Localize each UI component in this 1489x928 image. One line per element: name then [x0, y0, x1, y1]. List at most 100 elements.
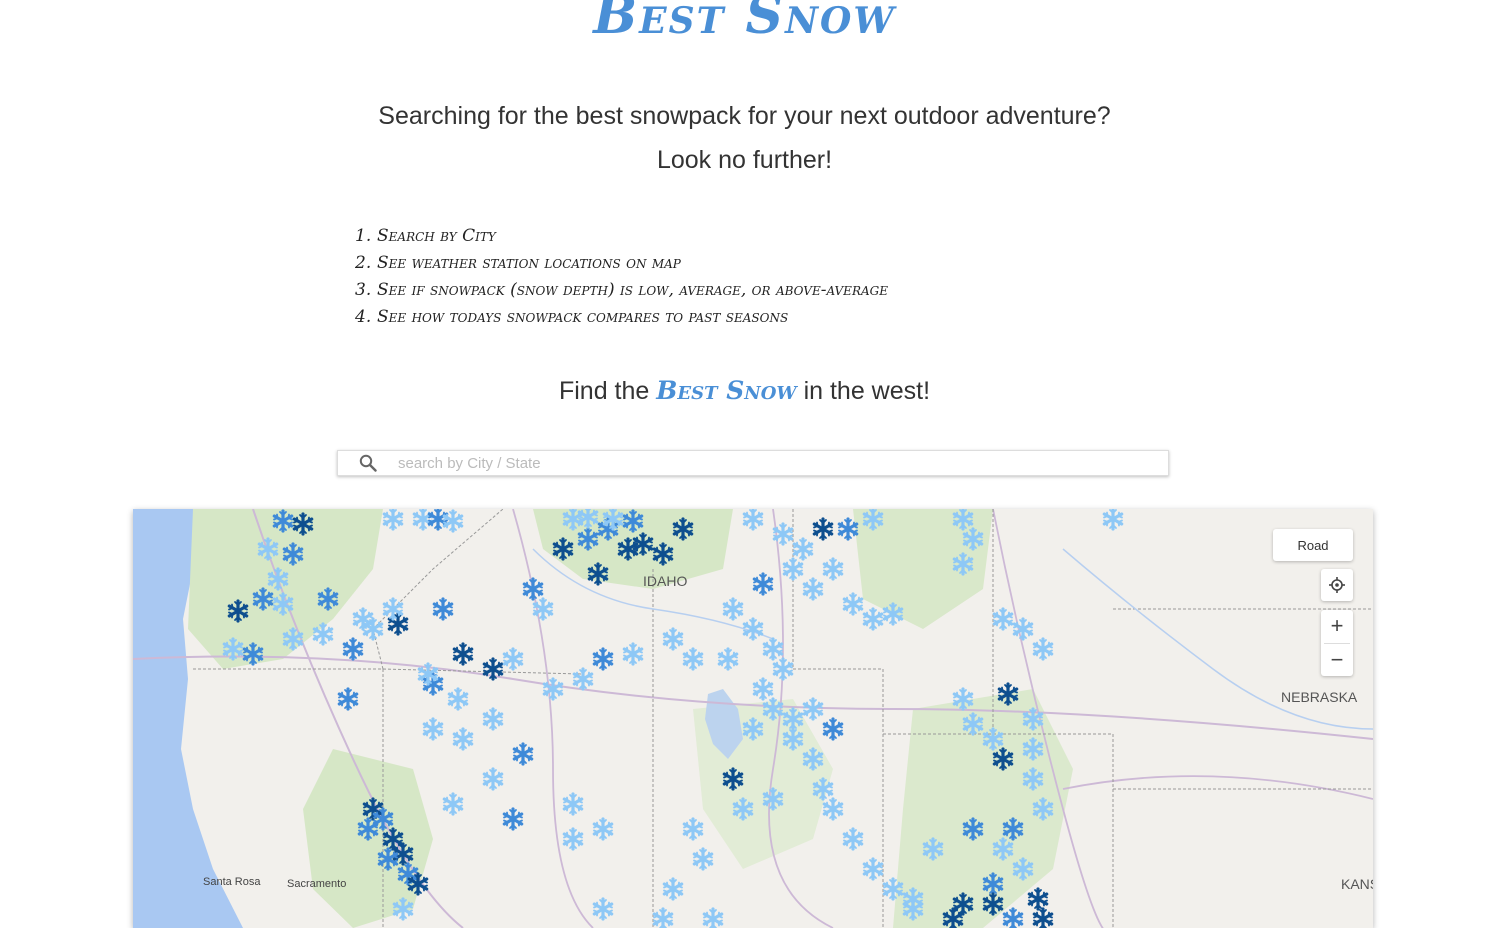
snow-station-marker[interactable] [992, 747, 1014, 771]
snow-station-marker[interactable] [552, 537, 574, 561]
snow-station-marker[interactable] [1022, 707, 1044, 731]
snow-station-marker[interactable] [682, 647, 704, 671]
snow-station-marker[interactable] [622, 642, 644, 666]
snow-station-marker[interactable] [282, 542, 304, 566]
search-input[interactable] [398, 454, 1168, 472]
snow-station-marker[interactable] [762, 637, 784, 661]
snow-station-marker[interactable] [942, 907, 964, 928]
snow-station-marker[interactable] [257, 537, 279, 561]
locate-icon[interactable] [1321, 569, 1353, 601]
snow-station-marker[interactable] [962, 817, 984, 841]
snow-station-marker[interactable] [422, 717, 444, 741]
snow-station-marker[interactable] [317, 587, 339, 611]
snow-station-marker[interactable] [752, 572, 774, 596]
snow-station-marker[interactable] [837, 517, 859, 541]
snow-station-marker[interactable] [587, 562, 609, 586]
snow-station-marker[interactable] [822, 717, 844, 741]
snow-station-marker[interactable] [272, 509, 294, 533]
snow-station-marker[interactable] [502, 807, 524, 831]
map-style-button[interactable]: Road [1273, 529, 1353, 561]
snow-station-marker[interactable] [1012, 617, 1034, 641]
snow-station-marker[interactable] [762, 787, 784, 811]
snow-station-marker[interactable] [882, 877, 904, 901]
snow-station-marker[interactable] [242, 642, 264, 666]
snow-station-marker[interactable] [952, 687, 974, 711]
snow-station-marker[interactable] [952, 509, 974, 531]
snow-station-marker[interactable] [1027, 887, 1049, 911]
snow-station-marker[interactable] [407, 872, 429, 896]
snow-station-marker[interactable] [1022, 767, 1044, 791]
snow-station-marker[interactable] [997, 682, 1019, 706]
snow-station-marker[interactable] [722, 597, 744, 621]
snow-station-marker[interactable] [782, 707, 804, 731]
snow-station-marker[interactable] [862, 607, 884, 631]
snow-station-marker[interactable] [1002, 907, 1024, 928]
zoom-in-button[interactable]: + [1321, 610, 1353, 643]
snow-station-marker[interactable] [452, 642, 474, 666]
snow-station-marker[interactable] [802, 697, 824, 721]
snow-station-marker[interactable] [357, 817, 379, 841]
snow-station-marker[interactable] [752, 677, 774, 701]
snow-station-marker[interactable] [482, 657, 504, 681]
snow-station-marker[interactable] [662, 877, 684, 901]
snow-station-marker[interactable] [482, 767, 504, 791]
snow-station-marker[interactable] [442, 792, 464, 816]
snow-station-marker[interactable] [592, 647, 614, 671]
snow-station-marker[interactable] [992, 837, 1014, 861]
snow-station-marker[interactable] [742, 617, 764, 641]
snow-station-marker[interactable] [282, 627, 304, 651]
snow-station-marker[interactable] [882, 602, 904, 626]
snow-station-marker[interactable] [982, 892, 1004, 916]
snow-station-marker[interactable] [267, 567, 289, 591]
snow-station-marker[interactable] [392, 897, 414, 921]
snow-station-marker[interactable] [352, 607, 374, 631]
snow-station-marker[interactable] [862, 857, 884, 881]
snow-station-marker[interactable] [672, 517, 694, 541]
snow-station-marker[interactable] [1022, 737, 1044, 761]
snow-station-marker[interactable] [982, 872, 1004, 896]
snow-station-marker[interactable] [742, 509, 764, 531]
snow-station-marker[interactable] [592, 897, 614, 921]
snow-station-marker[interactable] [312, 622, 334, 646]
snow-station-marker[interactable] [622, 509, 644, 533]
snow-station-marker[interactable] [227, 599, 249, 623]
snow-station-marker[interactable] [1032, 797, 1054, 821]
snow-station-marker[interactable] [822, 797, 844, 821]
snow-station-marker[interactable] [652, 542, 674, 566]
snow-station-marker[interactable] [372, 807, 394, 831]
snow-station-marker[interactable] [782, 557, 804, 581]
snow-station-marker[interactable] [732, 797, 754, 821]
snow-station-marker[interactable] [772, 657, 794, 681]
snow-station-marker[interactable] [292, 512, 314, 536]
snow-station-marker[interactable] [447, 687, 469, 711]
snow-station-marker[interactable] [842, 827, 864, 851]
snow-station-marker[interactable] [662, 627, 684, 651]
snow-station-marker[interactable] [542, 677, 564, 701]
snow-station-marker[interactable] [412, 509, 434, 531]
snow-station-marker[interactable] [692, 847, 714, 871]
snow-station-marker[interactable] [577, 527, 599, 551]
snow-station-marker[interactable] [1032, 637, 1054, 661]
snow-station-marker[interactable] [1032, 907, 1054, 928]
snow-station-marker[interactable] [222, 637, 244, 661]
snow-station-marker[interactable] [382, 509, 404, 531]
snow-station-marker[interactable] [252, 587, 274, 611]
snow-station-marker[interactable] [952, 892, 974, 916]
snow-station-marker[interactable] [902, 887, 924, 911]
snow-station-marker[interactable] [962, 712, 984, 736]
snow-station-marker[interactable] [742, 717, 764, 741]
snow-map[interactable]: IDAHO NEBRASKA KANS Santa Rosa Sacrament… [133, 509, 1373, 928]
snow-station-marker[interactable] [652, 907, 674, 928]
snow-station-marker[interactable] [342, 637, 364, 661]
snow-station-marker[interactable] [702, 907, 724, 928]
snow-station-marker[interactable] [842, 592, 864, 616]
snow-station-marker[interactable] [502, 647, 524, 671]
snow-station-marker[interactable] [772, 522, 794, 546]
snow-station-marker[interactable] [562, 827, 584, 851]
snow-station-marker[interactable] [382, 597, 404, 621]
snow-station-marker[interactable] [1102, 509, 1124, 531]
snow-station-marker[interactable] [802, 747, 824, 771]
snow-station-marker[interactable] [337, 687, 359, 711]
snow-station-marker[interactable] [952, 552, 974, 576]
snow-station-marker[interactable] [792, 537, 814, 561]
